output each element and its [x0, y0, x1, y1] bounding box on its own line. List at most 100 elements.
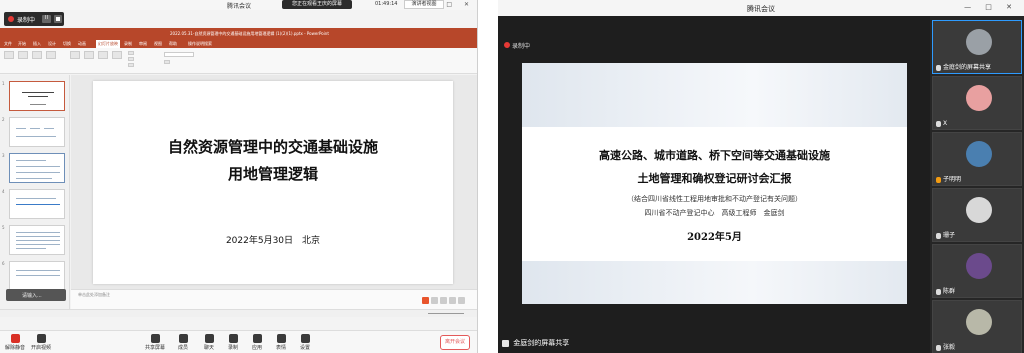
right-titlebar: 腾讯会议 — □ ✕ — [498, 0, 1024, 16]
participant-name-text: 子明明 — [943, 176, 962, 183]
share-screen-icon — [150, 334, 160, 343]
use-timings-checkbox[interactable] — [128, 57, 134, 61]
rehearse-timings-button[interactable] — [98, 51, 108, 59]
slide-thumbnail[interactable] — [9, 153, 65, 183]
tab-search[interactable]: 操作说明搜索 — [188, 41, 212, 47]
chat-button[interactable]: 聊天 — [196, 334, 222, 351]
play-narrations-checkbox[interactable] — [128, 51, 134, 55]
stop-recording-button[interactable] — [54, 15, 62, 23]
tab-insert[interactable]: 插入 — [33, 41, 41, 47]
screen-share-area: 录制中 高速公路、城市道路、桥下空间等交通基础设施 土地管理和确权登记研讨会汇报… — [498, 16, 930, 353]
powerpoint-ribbon — [0, 48, 477, 74]
participant-tile[interactable]: 金庭剑的屏幕共享 — [932, 20, 1022, 74]
hand-icon — [276, 334, 286, 343]
chat-input-bubble[interactable]: 请输入... — [6, 289, 66, 301]
participant-name-text: 珊子 — [943, 232, 956, 239]
participant-tile[interactable]: 陈群 — [932, 244, 1022, 298]
record-show-button[interactable] — [112, 51, 122, 59]
avatar — [966, 141, 992, 167]
thumb-number: 4 — [2, 189, 5, 194]
custom-show-button[interactable] — [46, 51, 56, 59]
mic-muted-icon — [10, 334, 20, 343]
leave-meeting-button[interactable]: 离开会议 — [440, 335, 470, 350]
mic-muted-icon — [936, 288, 941, 295]
tab-design[interactable]: 设计 — [48, 41, 56, 47]
presenter-view-checkbox[interactable] — [164, 60, 170, 64]
right-meeting-window: 腾讯会议 — □ ✕ 录制中 高速公路、城市道路、桥下空间等交通基础设施 土地管… — [498, 0, 1024, 353]
participant-name: 陈群 — [936, 286, 955, 295]
view-mode-button[interactable]: 演讲者视图 — [404, 0, 444, 9]
gear-icon — [300, 334, 310, 343]
participant-name-text: 陈群 — [943, 288, 956, 295]
notes-pane[interactable]: 单击此处添加备注 — [71, 289, 477, 309]
zoom-slider[interactable] — [428, 313, 464, 314]
notes-placeholder: 单击此处添加备注 — [78, 292, 110, 297]
presenter-label: 金庭剑的屏幕共享 — [502, 338, 569, 348]
video-button[interactable]: 开启视频 — [28, 334, 54, 351]
slide-title-line2: 用地管理逻辑 — [227, 165, 318, 183]
tab-help[interactable]: 帮助 — [169, 41, 177, 47]
slide-thumbnail[interactable] — [9, 117, 65, 147]
slide-thumbnail-pane: 1 2 3 4 5 6 — [0, 75, 70, 309]
participant-name: 子明明 — [936, 174, 961, 183]
record-button[interactable]: 录制 — [220, 334, 246, 351]
slide-thumbnail[interactable] — [9, 225, 65, 255]
tab-animations[interactable]: 动画 — [78, 41, 86, 47]
tab-transitions[interactable]: 切换 — [63, 41, 71, 47]
apps-icon — [252, 334, 262, 343]
settings-label: 设置 — [299, 345, 310, 351]
hide-slide-button[interactable] — [84, 51, 94, 59]
from-current-button[interactable] — [18, 51, 28, 59]
mic-muted-icon — [936, 232, 941, 239]
participant-tile[interactable]: 珊子 — [932, 188, 1022, 242]
ime-logo-icon[interactable] — [422, 297, 429, 304]
chat-icon — [204, 334, 214, 343]
tab-review[interactable]: 审阅 — [139, 41, 147, 47]
thumb-number: 6 — [2, 261, 5, 266]
slide-thumbnail[interactable] — [9, 81, 65, 111]
participant-tile[interactable]: 张毅 — [932, 300, 1022, 353]
current-slide[interactable]: 自然资源管理中的交通基础设施 用地管理逻辑 2022年5月30日 北京 — [93, 81, 453, 284]
mic-muted-icon — [936, 344, 941, 351]
members-label: 成员 — [177, 345, 188, 351]
members-button[interactable]: 成员 — [170, 334, 196, 351]
mic-muted-icon — [936, 120, 941, 127]
show-media-controls-checkbox[interactable] — [128, 63, 134, 67]
ime-punct-icon[interactable] — [440, 297, 447, 304]
present-online-button[interactable] — [32, 51, 42, 59]
slide-thumbnail[interactable] — [9, 189, 65, 219]
share-screen-button[interactable]: 共享屏幕 — [142, 334, 168, 351]
settings-button[interactable]: 设置 — [292, 334, 318, 351]
participant-tile[interactable]: 子明明 — [932, 132, 1022, 186]
reactions-button[interactable]: 表情 — [268, 334, 294, 351]
apps-button[interactable]: 应用 — [244, 334, 270, 351]
tab-record[interactable]: 录制 — [124, 41, 132, 47]
slide-thumbnail[interactable] — [9, 261, 65, 291]
shared-slide-subtitle: （结合四川省线性工程用地审批和不动产登记有关问题） — [627, 195, 802, 203]
mic-icon — [936, 64, 941, 71]
participant-name: 金庭剑的屏幕共享 — [936, 62, 991, 71]
participant-tile[interactable]: X — [932, 76, 1022, 130]
chat-label: 聊天 — [203, 345, 214, 351]
thumb-number: 3 — [2, 153, 5, 158]
pause-recording-button[interactable]: II — [42, 15, 51, 23]
ime-keyboard-icon[interactable] — [449, 297, 456, 304]
avatar — [966, 309, 992, 335]
tab-file[interactable]: 文件 — [4, 41, 12, 47]
tab-home[interactable]: 开始 — [18, 41, 26, 47]
video-label: 开启视频 — [30, 345, 51, 351]
shared-slide-author: 四川省不动产登记中心 高级工程师 金庭剑 — [644, 209, 785, 217]
record-icon — [228, 334, 238, 343]
from-beginning-button[interactable] — [4, 51, 14, 59]
ime-mode-icon[interactable] — [431, 297, 438, 304]
tab-slideshow[interactable]: 幻灯片放映 — [96, 40, 120, 48]
mute-button[interactable]: 解除静音 — [2, 334, 28, 351]
screen-share-icon — [502, 339, 509, 347]
ime-settings-icon[interactable] — [458, 297, 465, 304]
slide-date: 2022年5月30日 北京 — [225, 236, 321, 246]
tab-view[interactable]: 视图 — [154, 41, 162, 47]
right-window-title: 腾讯会议 — [747, 5, 775, 13]
monitor-select[interactable] — [164, 52, 194, 57]
setup-show-button[interactable] — [70, 51, 80, 59]
right-window-controls[interactable]: — □ ✕ — [964, 3, 1018, 11]
